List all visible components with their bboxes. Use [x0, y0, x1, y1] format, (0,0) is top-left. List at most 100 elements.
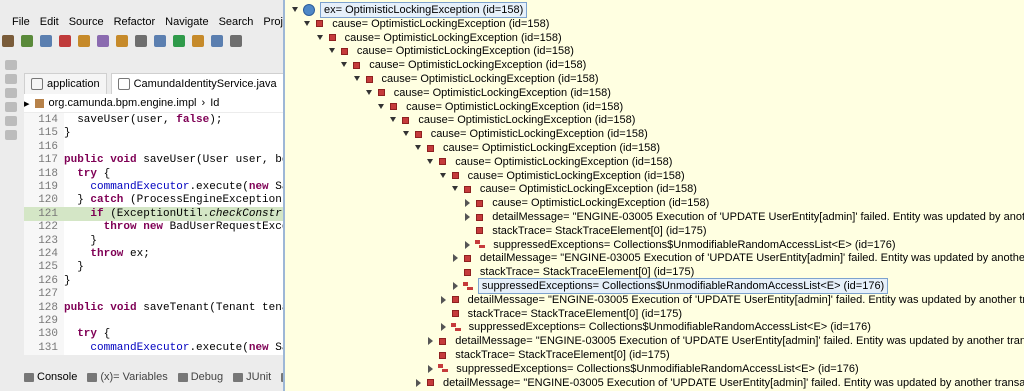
tree-node[interactable]: cause= OptimisticLockingException (id=15… [340, 58, 589, 72]
disconnect-icon[interactable] [78, 35, 90, 47]
tree-node[interactable]: suppressedExceptions= Collections$Unmodi… [463, 238, 898, 252]
tree-node[interactable]: cause= OptimisticLockingException (id=15… [451, 182, 700, 196]
code-line[interactable]: 121 if (ExceptionUtil.checkConstr [24, 206, 283, 221]
tree-node[interactable]: suppressedExceptions= Collections$Unmodi… [426, 362, 861, 376]
step-into-icon[interactable] [97, 35, 109, 47]
tree-node[interactable]: detailMessage= "ENGINE-03005 Execution o… [426, 334, 1024, 348]
trim-view-icon[interactable] [5, 74, 17, 84]
skip-breakpoints-icon[interactable] [2, 35, 14, 47]
code-line[interactable]: 131 commandExecutor.execute(new Sa [24, 341, 283, 355]
tree-node[interactable]: stackTrace= StackTraceElement[0] (id=175… [426, 348, 672, 362]
expanded-twistie-icon[interactable] [365, 86, 373, 100]
expanded-twistie-icon[interactable] [316, 31, 324, 45]
tree-node[interactable]: cause= OptimisticLockingException (id=15… [365, 86, 614, 100]
trim-view-icon[interactable] [5, 102, 17, 112]
expanded-twistie-icon[interactable] [377, 100, 385, 114]
collapsed-twistie-icon[interactable] [439, 320, 447, 334]
terminate-icon[interactable] [59, 35, 71, 47]
tree-node[interactable]: cause= OptimisticLockingException (id=15… [426, 155, 675, 169]
code-line[interactable]: 127 [24, 287, 283, 301]
expanded-twistie-icon[interactable] [402, 127, 410, 141]
code-line[interactable]: 120 } catch (ProcessEngineException [24, 193, 283, 207]
code-line[interactable]: 124 throw ex; [24, 247, 283, 261]
menu-item-navigate[interactable]: Navigate [165, 16, 208, 28]
expanded-twistie-icon[interactable] [389, 113, 397, 127]
tree-node[interactable]: suppressedExceptions= Collections$Unmodi… [439, 320, 874, 334]
tree-node[interactable]: cause= OptimisticLockingException (id=15… [463, 196, 712, 210]
code-line[interactable]: 115} [24, 126, 283, 140]
editor-tab[interactable]: CamundaIdentityService.java [110, 73, 283, 94]
tree-node[interactable]: cause= OptimisticLockingException (id=15… [328, 44, 577, 58]
expanded-twistie-icon[interactable] [303, 17, 311, 31]
view-tab-debug[interactable]: Debug [177, 371, 223, 383]
code-line[interactable]: 122 throw new BadUserRequestExce [24, 220, 283, 234]
view-tab-xvariables[interactable]: (x)= Variables [87, 371, 168, 383]
code-line[interactable]: 114 saveUser(user, false); [24, 113, 283, 127]
tree-node[interactable]: detailMessage= "ENGINE-03005 Execution o… [439, 293, 1024, 307]
resume-icon[interactable] [21, 35, 33, 47]
step-over-icon[interactable] [116, 35, 128, 47]
tree-node[interactable]: stackTrace= StackTraceElement[0] (id=175… [439, 307, 685, 321]
breadcrumb[interactable]: ▸ org.camunda.bpm.engine.impl › Id [24, 94, 283, 112]
collapsed-twistie-icon[interactable] [463, 210, 471, 224]
tree-node[interactable]: suppressedExceptions= Collections$Unmodi… [451, 278, 889, 294]
editor-tab[interactable]: application [24, 73, 107, 94]
view-tab-junit[interactable]: JUnit [233, 371, 271, 383]
drop-to-frame-icon[interactable] [154, 35, 166, 47]
tree-node[interactable]: cause= OptimisticLockingException (id=15… [389, 113, 638, 127]
menu-item-source[interactable]: Source [69, 16, 104, 28]
collapsed-twistie-icon[interactable] [463, 238, 471, 252]
trim-view-icon[interactable] [5, 60, 17, 70]
expanded-twistie-icon[interactable] [340, 58, 348, 72]
step-return-icon[interactable] [135, 35, 147, 47]
code-line[interactable]: 118 try { [24, 167, 283, 181]
tree-node[interactable]: detailMessage= "ENGINE-03005 Execution o… [451, 251, 1024, 265]
collapsed-twistie-icon[interactable] [426, 334, 434, 348]
collapsed-twistie-icon[interactable] [439, 293, 447, 307]
code-line[interactable]: 130 try { [24, 327, 283, 341]
menu-item-edit[interactable]: Edit [40, 16, 59, 28]
run-icon[interactable] [192, 35, 204, 47]
tree-node[interactable]: stackTrace= StackTraceElement[0] (id=175… [463, 224, 709, 238]
debug-icon[interactable] [173, 35, 185, 47]
expanded-twistie-icon[interactable] [291, 3, 299, 17]
menu-item-refactor[interactable]: Refactor [114, 16, 156, 28]
collapsed-twistie-icon[interactable] [426, 362, 434, 376]
tree-node[interactable]: cause= OptimisticLockingException (id=15… [414, 141, 663, 155]
expanded-twistie-icon[interactable] [426, 155, 434, 169]
tree-node[interactable]: cause= OptimisticLockingException (id=15… [402, 127, 651, 141]
tree-node[interactable]: detailMessage= "ENGINE-03005 Execution o… [463, 210, 1024, 224]
expanded-twistie-icon[interactable] [353, 72, 361, 86]
code-line[interactable]: 119 commandExecutor.execute(new Sa [24, 180, 283, 194]
trim-view-icon[interactable] [5, 88, 17, 98]
code-line[interactable]: 117 public void saveUser(User user, bo [24, 153, 283, 167]
collapsed-twistie-icon[interactable] [451, 251, 459, 265]
code-editor[interactable]: 114 saveUser(user, false); 115} 116 117 publ… [24, 113, 283, 355]
collapsed-twistie-icon[interactable] [463, 196, 471, 210]
variables-tree[interactable]: ex= OptimisticLockingException (id=158) c… [285, 0, 1024, 391]
expanded-twistie-icon[interactable] [451, 182, 459, 196]
collapsed-twistie-icon[interactable] [451, 279, 459, 293]
collapsed-twistie-icon[interactable] [414, 376, 422, 390]
code-line[interactable]: 116 [24, 140, 283, 154]
new-icon[interactable] [230, 35, 242, 47]
menu-item-project[interactable]: Project [263, 16, 283, 28]
view-tab-console[interactable]: Console [24, 371, 77, 383]
tree-node[interactable]: cause= OptimisticLockingException (id=15… [377, 100, 626, 114]
expanded-twistie-icon[interactable] [414, 141, 422, 155]
code-line[interactable]: 128 public void saveTenant(Tenant tena [24, 301, 283, 315]
trim-view-icon[interactable] [5, 116, 17, 126]
tree-node[interactable]: cause= OptimisticLockingException (id=15… [316, 31, 565, 45]
trim-view-icon[interactable] [5, 130, 17, 140]
code-line[interactable]: 129 [24, 314, 283, 328]
code-line[interactable]: 126} [24, 274, 283, 288]
tree-node[interactable]: cause= OptimisticLockingException (id=15… [303, 17, 552, 31]
expanded-twistie-icon[interactable] [328, 44, 336, 58]
tree-node[interactable]: cause= OptimisticLockingException (id=15… [439, 169, 688, 183]
tree-node[interactable]: cause= OptimisticLockingException (id=15… [353, 72, 602, 86]
menu-item-file[interactable]: File [12, 16, 30, 28]
code-line[interactable]: 123 } [24, 234, 283, 248]
breadcrumb-next[interactable]: Id [210, 97, 219, 109]
tree-node[interactable]: detailMessage= "ENGINE-03005 Execution o… [414, 376, 1024, 390]
breadcrumb-package[interactable]: org.camunda.bpm.engine.impl [49, 97, 197, 109]
